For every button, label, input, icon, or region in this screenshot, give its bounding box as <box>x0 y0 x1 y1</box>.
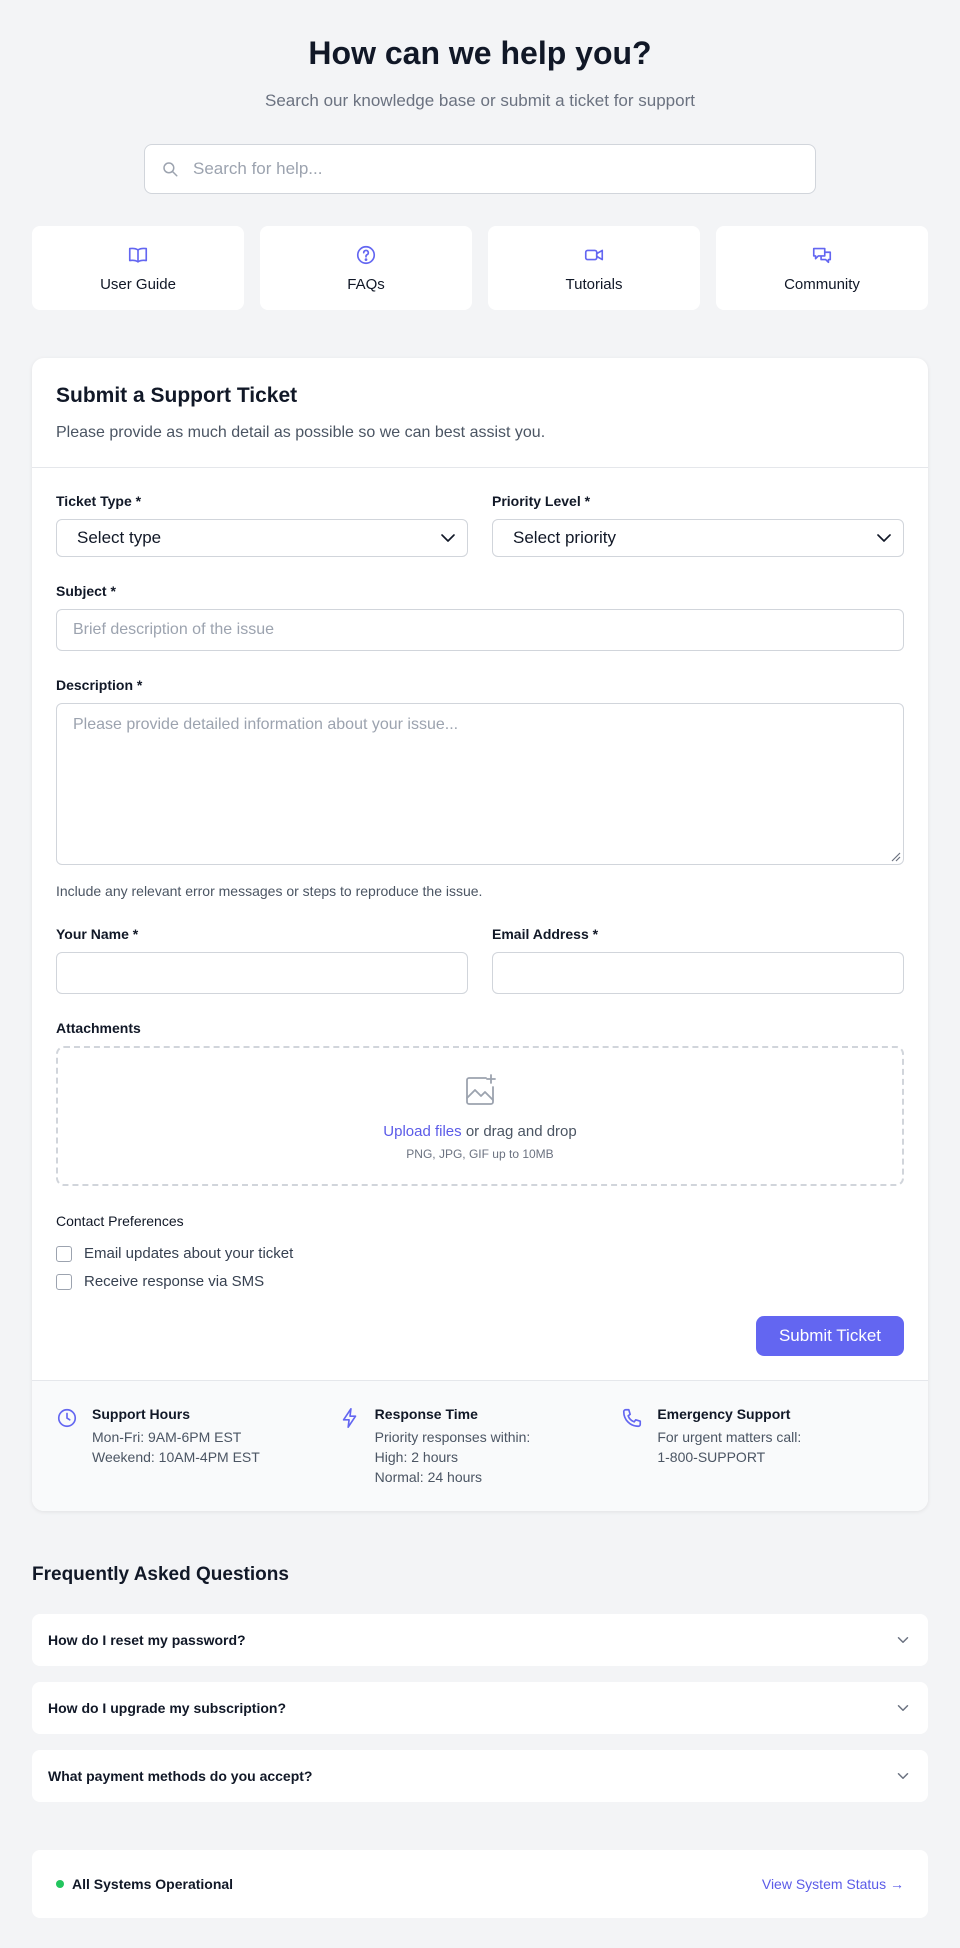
info-line: Priority responses within: <box>374 1429 531 1445</box>
book-icon <box>128 247 148 263</box>
chevron-down-icon <box>897 1637 909 1643</box>
image-upload-icon <box>466 1074 496 1105</box>
email-updates-checkbox[interactable] <box>56 1246 72 1262</box>
search-bar[interactable] <box>144 144 816 194</box>
status-text: All Systems Operational <box>72 1876 234 1892</box>
support-ticket-card: Submit a Support Ticket Please provide a… <box>32 358 928 1511</box>
emergency-support: Emergency Support For urgent matters cal… <box>621 1405 904 1487</box>
email-address-input[interactable] <box>492 952 904 994</box>
hero: How can we help you? Search our knowledg… <box>32 0 928 112</box>
info-line: High: 2 hours <box>374 1449 458 1465</box>
faq-item[interactable]: What payment methods do you accept? <box>32 1750 928 1802</box>
description-hint: Include any relevant error messages or s… <box>56 883 483 899</box>
info-title: Support Hours <box>92 1406 190 1422</box>
video-icon <box>584 249 604 260</box>
faq-item[interactable]: How do I upgrade my subscription? <box>32 1682 928 1734</box>
chat-bubbles-icon <box>812 247 832 263</box>
chevron-down-icon <box>897 1773 909 1779</box>
upload-note: PNG, JPG, GIF up to 10MB <box>406 1147 554 1161</box>
info-line: Normal: 24 hours <box>374 1469 483 1485</box>
upload-suffix: or drag and drop <box>461 1123 577 1140</box>
quick-link-label: Community <box>784 275 860 293</box>
clock-icon <box>57 1408 77 1428</box>
support-info: Support Hours Mon-Fri: 9AM-6PM EST Weeke… <box>32 1380 928 1511</box>
priority-level-select[interactable]: Select priority <box>492 519 904 557</box>
priority-level-value: Select priority <box>513 528 616 547</box>
email-updates-label: Email updates about your ticket <box>84 1245 294 1262</box>
faq-title: Frequently Asked Questions <box>32 1564 289 1585</box>
ticket-header: Submit a Support Ticket Please provide a… <box>32 358 928 468</box>
faq-question: How do I reset my password? <box>48 1632 246 1648</box>
chevron-down-icon <box>441 534 455 542</box>
faq-question: What payment methods do you accept? <box>48 1768 313 1784</box>
description-label: Description * <box>56 677 143 693</box>
your-name-label: Your Name * <box>56 926 139 942</box>
sms-label: Receive response via SMS <box>84 1273 265 1290</box>
ticket-type-select[interactable]: Select type <box>56 519 468 557</box>
view-system-status-link[interactable]: View System Status → <box>762 1876 904 1892</box>
quick-link-label: User Guide <box>100 275 176 293</box>
contact-preferences-label: Contact Preferences <box>56 1213 184 1229</box>
upload-instructions: Upload files or drag and drop <box>383 1123 576 1141</box>
phone-icon <box>623 1408 642 1428</box>
attachments-label: Attachments <box>56 1020 141 1036</box>
sms-checkbox[interactable] <box>56 1274 72 1290</box>
submit-ticket-button[interactable]: Submit Ticket <box>756 1316 904 1356</box>
quick-link-label: FAQs <box>347 275 385 293</box>
sms-option[interactable]: Receive response via SMS <box>56 1274 904 1290</box>
info-line: 1-800-SUPPORT <box>657 1449 766 1465</box>
quick-links: User Guide FAQs Tutorials Community <box>32 226 928 310</box>
system-status-bar: All Systems Operational View System Stat… <box>32 1850 928 1918</box>
subject-input[interactable] <box>56 609 904 651</box>
ticket-subtitle: Please provide as much detail as possibl… <box>56 424 546 441</box>
chevron-down-icon <box>897 1705 909 1711</box>
info-line: Weekend: 10AM-4PM EST <box>92 1449 260 1465</box>
faq-list: How do I reset my password? How do I upg… <box>32 1614 928 1802</box>
quick-link-faqs[interactable]: FAQs <box>260 226 472 310</box>
subject-label: Subject * <box>56 583 116 599</box>
response-time: Response Time Priority responses within:… <box>339 1405 622 1487</box>
lightning-icon <box>342 1408 356 1428</box>
resize-grip-icon[interactable] <box>889 850 901 862</box>
info-title: Response Time <box>374 1406 478 1422</box>
quick-link-user-guide[interactable]: User Guide <box>32 226 244 310</box>
your-name-input[interactable] <box>56 952 468 994</box>
ticket-type-label: Ticket Type * <box>56 493 142 509</box>
info-line: Mon-Fri: 9AM-6PM EST <box>92 1429 242 1445</box>
faq-question: How do I upgrade my subscription? <box>48 1700 287 1716</box>
info-title: Emergency Support <box>657 1406 791 1422</box>
email-updates-option[interactable]: Email updates about your ticket <box>56 1246 904 1262</box>
info-line: For urgent matters call: <box>657 1429 802 1445</box>
support-hours: Support Hours Mon-Fri: 9AM-6PM EST Weeke… <box>56 1405 339 1487</box>
attachments-dropzone[interactable]: Upload files or drag and drop PNG, JPG, … <box>56 1046 904 1186</box>
description-textarea[interactable] <box>56 703 904 865</box>
quick-link-tutorials[interactable]: Tutorials <box>488 226 700 310</box>
upload-files-link[interactable]: Upload files <box>383 1123 461 1140</box>
search-icon <box>163 162 178 177</box>
chevron-down-icon <box>877 534 891 542</box>
ticket-type-value: Select type <box>77 528 162 547</box>
faq-item[interactable]: How do I reset my password? <box>32 1614 928 1666</box>
quick-link-community[interactable]: Community <box>716 226 928 310</box>
email-address-label: Email Address * <box>492 926 599 942</box>
search-input[interactable] <box>193 159 799 179</box>
ticket-form: Ticket Type * Select type Priority Level… <box>32 468 928 1380</box>
ticket-title: Submit a Support Ticket <box>56 384 298 407</box>
page: How can we help you? Search our knowledg… <box>0 0 960 1918</box>
question-circle-icon <box>356 245 376 264</box>
quick-link-label: Tutorials <box>565 275 623 293</box>
priority-level-label: Priority Level * <box>492 493 591 509</box>
page-subtitle: Search our knowledge base or submit a ti… <box>265 91 695 110</box>
page-title: How can we help you? <box>308 35 652 71</box>
status-indicator-dot <box>56 1880 64 1888</box>
